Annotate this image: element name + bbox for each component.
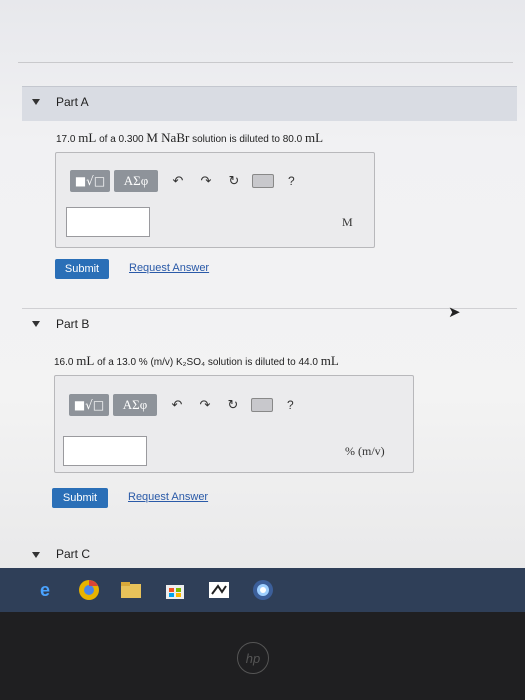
help-icon[interactable]: ? — [288, 174, 295, 188]
templates-button[interactable]: ■√□ — [70, 170, 110, 192]
store-icon[interactable] — [162, 577, 188, 603]
part-b-header[interactable]: Part B — [22, 308, 517, 343]
undo-icon[interactable]: ↶ — [166, 170, 190, 192]
part-b-title: Part B — [56, 317, 90, 331]
collapse-caret-icon[interactable] — [32, 321, 40, 327]
part-b-answer-box: ■√□ ΑΣφ ↶ ↷ ↻ ? % (m/v) — [54, 375, 414, 473]
app-icon[interactable] — [206, 577, 232, 603]
keyboard-icon[interactable] — [252, 174, 274, 188]
media-icon[interactable] — [250, 577, 276, 603]
file-explorer-icon[interactable] — [118, 577, 144, 603]
help-icon[interactable]: ? — [287, 398, 294, 412]
part-a-submit-button[interactable]: Submit — [55, 259, 109, 279]
part-b-submit-button[interactable]: Submit — [52, 488, 108, 508]
templates-button[interactable]: ■√□ — [69, 394, 109, 416]
part-c-title: Part C — [56, 547, 91, 561]
part-a-header[interactable]: Part A — [22, 86, 517, 121]
greek-symbols-button[interactable]: ΑΣφ — [114, 170, 158, 192]
undo-icon[interactable]: ↶ — [165, 394, 189, 416]
collapse-caret-icon[interactable] — [32, 552, 40, 558]
reset-icon[interactable]: ↻ — [222, 170, 246, 192]
hp-logo: hp — [237, 642, 269, 674]
part-a-question: 17.0 mL of a 0.300 M NaBr solution is di… — [56, 130, 324, 145]
part-a-unit: M — [342, 215, 353, 229]
part-a-title: Part A — [56, 95, 89, 109]
browser-viewport: Part A 17.0 mL of a 0.300 M NaBr solutio… — [0, 0, 525, 568]
divider — [18, 62, 513, 63]
mouse-cursor-icon: ➤ — [448, 304, 461, 321]
math-toolbar: ■√□ ΑΣφ ↶ ↷ ↻ ? — [69, 392, 294, 418]
chrome-icon[interactable] — [76, 577, 102, 603]
math-toolbar: ■√□ ΑΣφ ↶ ↷ ↻ ? — [70, 168, 295, 194]
redo-icon[interactable]: ↷ — [193, 394, 217, 416]
part-a-answer-box: ■√□ ΑΣφ ↶ ↷ ↻ ? M — [55, 152, 375, 248]
collapse-caret-icon[interactable] — [32, 99, 40, 105]
part-b-request-answer-link[interactable]: Request Answer — [128, 491, 208, 503]
part-b-answer-input[interactable] — [63, 436, 147, 466]
part-a-answer-input[interactable] — [66, 207, 150, 237]
keyboard-icon[interactable] — [251, 398, 273, 412]
edge-icon[interactable]: e — [32, 577, 58, 603]
part-b-unit: % (m/v) — [345, 444, 385, 458]
part-c-header[interactable]: Part C — [22, 540, 517, 568]
laptop-bezel: hp — [0, 612, 525, 700]
windows-taskbar: e — [0, 568, 525, 612]
part-a-request-answer-link[interactable]: Request Answer — [129, 262, 209, 274]
redo-icon[interactable]: ↷ — [194, 170, 218, 192]
part-b-question: 16.0 mL of a 13.0 % (m/v) K₂SO₄ solution… — [54, 353, 339, 368]
reset-icon[interactable]: ↻ — [221, 394, 245, 416]
greek-symbols-button[interactable]: ΑΣφ — [113, 394, 157, 416]
